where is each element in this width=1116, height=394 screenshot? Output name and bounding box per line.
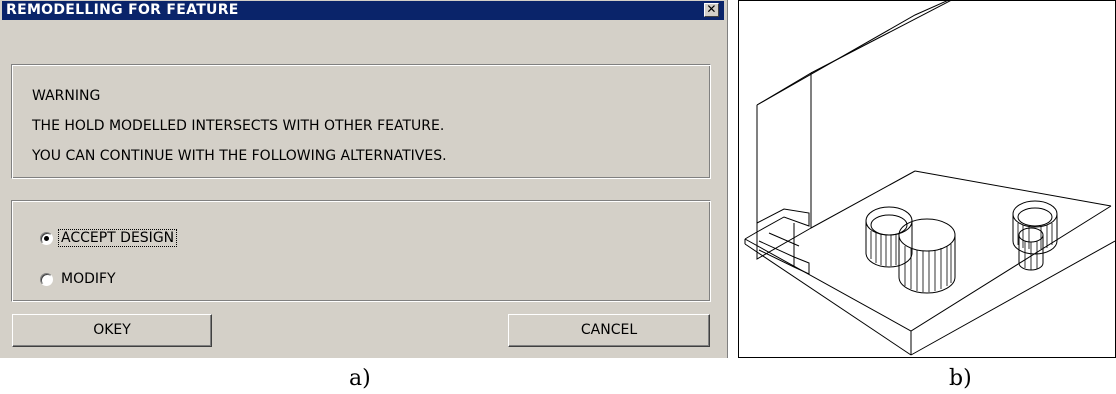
alternatives-groupbox: ACCEPT DESIGN MODIFY [11,200,711,302]
remodelling-dialog: REMODELLING FOR FEATURE ✕ WARNING THE HO… [0,0,728,358]
caption-b: b) [949,366,972,391]
option-accept-design[interactable]: ACCEPT DESIGN [40,228,178,248]
message-groupbox: WARNING THE HOLD MODELLED INTERSECTS WIT… [11,64,711,179]
radio-button-checked[interactable] [40,231,53,245]
radio-button[interactable] [40,272,53,286]
warning-message-line: THE HOLD MODELLED INTERSECTS WITH OTHER … [32,118,445,134]
option-modify[interactable]: MODIFY [40,269,118,289]
warning-heading: WARNING [32,88,101,104]
dialog-titlebar: REMODELLING FOR FEATURE ✕ [2,1,724,20]
wireframe-model-illustration [744,0,1116,356]
close-icon[interactable]: ✕ [704,3,719,17]
warning-message-line: YOU CAN CONTINUE WITH THE FOLLOWING ALTE… [32,148,447,164]
option-label[interactable]: ACCEPT DESIGN [57,229,178,247]
cancel-button[interactable]: CANCEL [508,314,710,347]
dialog-title: REMODELLING FOR FEATURE [6,2,239,18]
option-label[interactable]: MODIFY [59,271,118,287]
caption-a: a) [349,366,371,391]
wireframe-model-drawing [738,0,1116,358]
okey-button[interactable]: OKEY [12,314,212,347]
